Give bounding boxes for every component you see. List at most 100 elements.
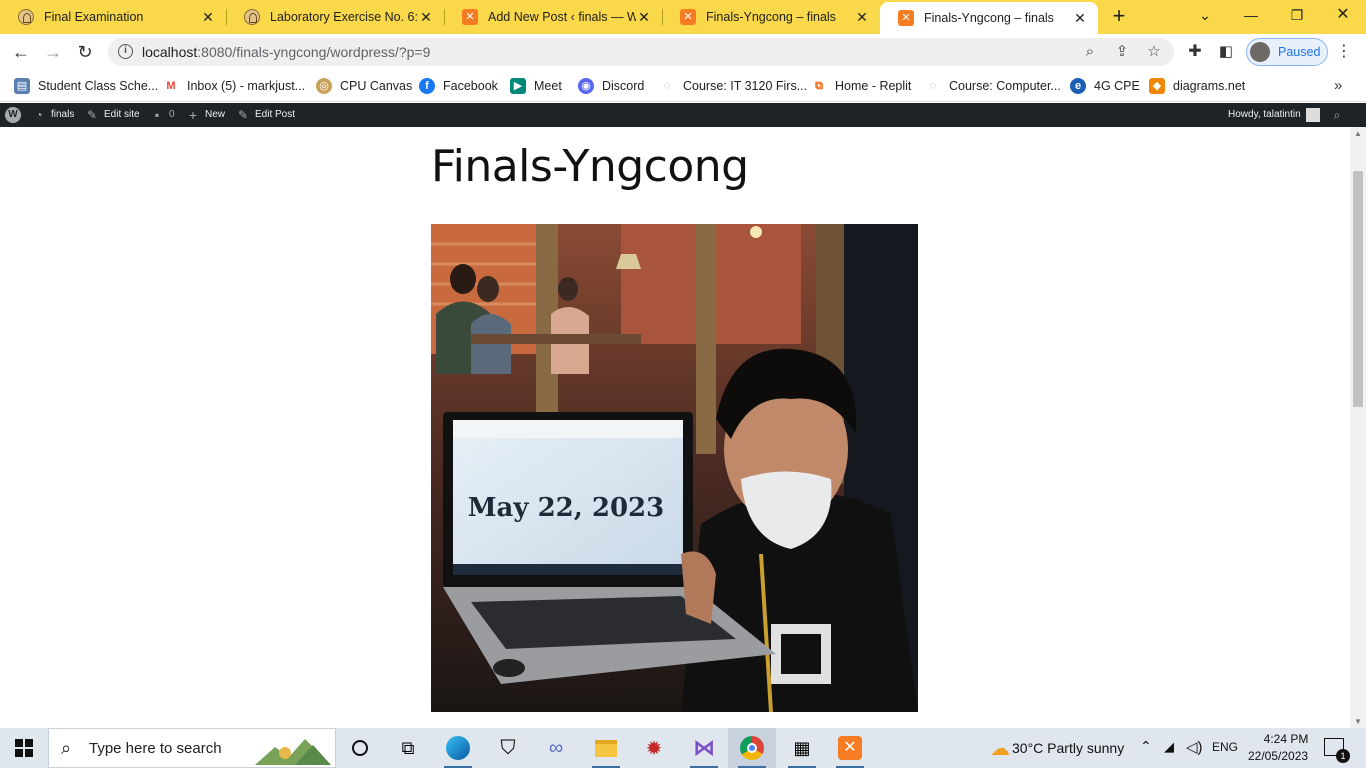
- course-icon: ◌: [925, 78, 941, 94]
- back-button[interactable]: ←: [8, 39, 34, 65]
- security-shield-icon[interactable]: ⛉: [484, 728, 532, 768]
- tab-title: Add New Post ‹ finals — Wor: [488, 10, 636, 24]
- tab-strip: Final Examination ✕ Laboratory Exercise …: [0, 0, 1366, 34]
- scroll-down-icon[interactable]: ▼: [1350, 717, 1366, 726]
- address-bar[interactable]: i localhost:8080/finals-yngcong/wordpres…: [108, 38, 1174, 66]
- bookmark-meet[interactable]: ▶ Meet: [510, 77, 562, 95]
- wp-comments[interactable]: ▪ 0: [150, 103, 175, 127]
- schedule-icon: ▤: [14, 78, 30, 94]
- tab-title: Laboratory Exercise No. 6: XA: [270, 10, 418, 24]
- start-button[interactable]: [0, 728, 48, 768]
- extensions-icon[interactable]: ✚: [1182, 39, 1208, 65]
- clock-time[interactable]: 4:24 PM: [1256, 732, 1316, 746]
- avatar: [1250, 42, 1270, 62]
- edge-icon[interactable]: [434, 728, 482, 768]
- new-tab-button[interactable]: +: [1106, 4, 1132, 30]
- post-title: Finals-Yngcong: [431, 141, 749, 192]
- volume-icon[interactable]: ◁): [1186, 738, 1203, 756]
- bookmark-student-class-schedule[interactable]: ▤ Student Class Sche...: [14, 77, 158, 95]
- wp-site-name[interactable]: ◔ finals: [32, 103, 74, 127]
- xampp-icon[interactable]: ✕: [826, 728, 874, 768]
- monitor-app-icon[interactable]: ▦: [778, 728, 826, 768]
- windows-taskbar: ⌕ Type here to search ⧉ ⛉ ∞ ✹ ⋈ ▦ ✕ ☁ 30…: [0, 728, 1366, 768]
- wp-logo-menu[interactable]: [5, 103, 21, 127]
- windows-icon: [15, 739, 33, 757]
- forward-button[interactable]: →: [40, 39, 66, 65]
- share-icon[interactable]: ⇪: [1112, 42, 1132, 62]
- scroll-up-icon[interactable]: ▲: [1350, 129, 1366, 138]
- tab-search-chevron-icon[interactable]: ⌄: [1182, 0, 1228, 30]
- visual-studio-icon[interactable]: ⋈: [680, 728, 728, 768]
- wp-edit-post[interactable]: ✎ Edit Post: [236, 103, 295, 127]
- profile-button[interactable]: Paused: [1246, 38, 1328, 66]
- close-icon[interactable]: ✕: [854, 9, 870, 26]
- wp-new-content[interactable]: + New: [186, 103, 225, 127]
- minimize-button[interactable]: —: [1228, 0, 1274, 30]
- tab-finals-yngcong-active[interactable]: Finals-Yngcong – finals ✕: [880, 2, 1098, 34]
- bookmark-4g-cpe[interactable]: e 4G CPE: [1070, 77, 1140, 95]
- close-icon[interactable]: ✕: [1072, 10, 1088, 27]
- url-text: localhost:8080/finals-yngcong/wordpress/…: [142, 44, 431, 60]
- bookmark-star-icon[interactable]: ☆: [1144, 42, 1164, 62]
- infinity-app-icon[interactable]: ∞: [532, 728, 580, 768]
- bookmark-gmail-inbox[interactable]: M Inbox (5) - markjust...: [163, 77, 305, 95]
- input-language[interactable]: ENG: [1212, 740, 1238, 754]
- bookmark-replit[interactable]: ⧉ Home - Replit: [811, 77, 911, 95]
- browser-menu-icon[interactable]: ⋮: [1334, 38, 1354, 66]
- network-icon[interactable]: ◢: [1164, 739, 1174, 755]
- close-icon[interactable]: ✕: [418, 9, 434, 26]
- clock-date[interactable]: 22/05/2023: [1248, 749, 1308, 763]
- chrome-icon[interactable]: [728, 728, 776, 768]
- weather-text[interactable]: 30°C Partly sunny: [1012, 740, 1124, 756]
- avatar: [1305, 108, 1320, 122]
- wp-search[interactable]: ⌕: [1330, 103, 1349, 127]
- show-hidden-icons-icon[interactable]: ⌃: [1140, 738, 1152, 755]
- task-view-icon[interactable]: ⧉: [384, 728, 432, 768]
- discord-icon: ◉: [578, 78, 594, 94]
- tab-final-examination[interactable]: Final Examination ✕: [0, 0, 226, 34]
- close-icon[interactable]: ✕: [200, 9, 216, 26]
- tab-finals-yngcong[interactable]: Finals-Yngcong – finals ✕: [662, 0, 880, 34]
- tab-add-new-post[interactable]: Add New Post ‹ finals — Wor ✕: [444, 0, 662, 34]
- facebook-icon: f: [419, 78, 435, 94]
- page-scrollbar[interactable]: ▲ ▼: [1350, 127, 1366, 728]
- taskbar-search[interactable]: ⌕ Type here to search: [48, 728, 336, 768]
- bookmark-cpu-canvas[interactable]: ◎ CPU Canvas: [316, 77, 412, 95]
- canvas-icon: ◎: [316, 78, 332, 94]
- bookmark-diagrams-net[interactable]: ◆ diagrams.net: [1149, 77, 1245, 95]
- notifications-icon[interactable]: 1: [1324, 738, 1350, 763]
- wp-edit-site[interactable]: ✎ Edit site: [85, 103, 140, 127]
- post-featured-photo: May 22, 2023: [431, 224, 918, 712]
- close-window-button[interactable]: ✕: [1320, 0, 1366, 30]
- bookmark-course-computer[interactable]: ◌ Course: Computer...: [925, 77, 1061, 95]
- bookmark-course-it3120[interactable]: ◌ Course: IT 3120 Firs...: [659, 77, 807, 95]
- wordpress-icon: [5, 107, 21, 123]
- zoom-icon[interactable]: ⌕: [1080, 42, 1100, 62]
- file-explorer-icon[interactable]: [582, 728, 630, 768]
- pencil-icon: ✎: [237, 108, 249, 122]
- dashboard-icon: ◔: [35, 108, 43, 122]
- replit-icon: ⧉: [811, 78, 827, 94]
- tab-title: Final Examination: [44, 10, 144, 24]
- side-panel-icon[interactable]: ◧: [1213, 39, 1239, 65]
- notification-count: 1: [1336, 749, 1350, 763]
- tab-laboratory-exercise[interactable]: Laboratory Exercise No. 6: XA ✕: [226, 0, 444, 34]
- bookmark-discord[interactable]: ◉ Discord: [578, 77, 644, 95]
- game-app-icon[interactable]: ✹: [630, 728, 678, 768]
- xampp-icon: [680, 9, 696, 25]
- wp-my-account[interactable]: Howdy, talatintin: [1228, 103, 1320, 127]
- moodle-icon: [244, 9, 260, 25]
- site-info-icon[interactable]: i: [118, 44, 133, 59]
- xampp-icon: [898, 10, 914, 26]
- bookmark-facebook[interactable]: f Facebook: [419, 77, 498, 95]
- scrollbar-thumb[interactable]: [1353, 171, 1363, 407]
- bookmarks-bar: ▤ Student Class Sche... M Inbox (5) - ma…: [0, 70, 1366, 102]
- close-icon[interactable]: ✕: [636, 9, 652, 26]
- meet-icon: ▶: [510, 78, 526, 94]
- gmail-icon: M: [163, 78, 179, 94]
- reload-button[interactable]: ↻: [72, 39, 98, 65]
- cortana-icon[interactable]: [336, 728, 384, 768]
- more-bookmarks-icon[interactable]: »: [1334, 77, 1342, 94]
- search-icon: ⌕: [61, 738, 72, 758]
- restore-button[interactable]: ❐: [1274, 0, 1320, 30]
